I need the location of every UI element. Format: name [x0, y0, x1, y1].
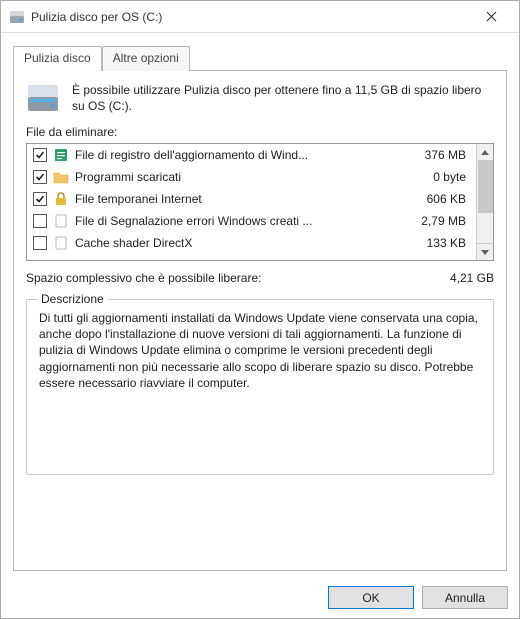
description-title: Descrizione — [37, 292, 108, 306]
file-name: File di Segnalazione errori Windows crea… — [75, 214, 398, 228]
tab-more-options[interactable]: Altre opzioni — [102, 46, 190, 71]
file-name: Programmi scaricati — [75, 170, 398, 184]
file-row[interactable]: Programmi scaricati0 byte — [27, 166, 476, 188]
summary-text: È possibile utilizzare Pulizia disco per… — [72, 83, 494, 114]
file-type-icon — [53, 169, 69, 185]
total-value: 4,21 GB — [414, 271, 494, 285]
titlebar: Pulizia disco per OS (C:) — [1, 1, 519, 33]
file-size: 133 KB — [398, 236, 470, 250]
summary-row: È possibile utilizzare Pulizia disco per… — [26, 83, 494, 115]
file-size: 606 KB — [398, 192, 470, 206]
file-row[interactable]: File di registro dell'aggiornamento di W… — [27, 144, 476, 166]
file-name: File temporanei Internet — [75, 192, 398, 206]
dialog-buttons: OK Annulla — [328, 586, 508, 609]
content-area: Pulizia disco Altre opzioni È possibile … — [1, 33, 519, 579]
scrollbar[interactable] — [476, 144, 493, 260]
checkbox[interactable] — [33, 214, 47, 228]
description-groupbox: Descrizione Di tutti gli aggiornamenti i… — [26, 299, 494, 475]
file-type-icon — [53, 191, 69, 207]
file-type-icon — [53, 213, 69, 229]
tab-cleanup[interactable]: Pulizia disco — [13, 46, 102, 71]
drive-icon — [26, 83, 62, 115]
file-name: File di registro dell'aggiornamento di W… — [75, 148, 398, 162]
file-row[interactable]: File di Segnalazione errori Windows crea… — [27, 210, 476, 232]
files-label: File da eliminare: — [26, 125, 494, 139]
file-size: 376 MB — [398, 148, 470, 162]
file-list: File di registro dell'aggiornamento di W… — [26, 143, 494, 261]
ok-button[interactable]: OK — [328, 586, 414, 609]
tab-body: È possibile utilizzare Pulizia disco per… — [13, 71, 507, 571]
tab-strip: Pulizia disco Altre opzioni — [13, 45, 507, 71]
total-label: Spazio complessivo che è possibile liber… — [26, 271, 414, 285]
scroll-up-button[interactable] — [477, 144, 493, 161]
file-name: Cache shader DirectX — [75, 236, 398, 250]
file-size: 0 byte — [398, 170, 470, 184]
scrollbar-thumb[interactable] — [478, 161, 493, 213]
file-size: 2,79 MB — [398, 214, 470, 228]
checkbox[interactable] — [33, 170, 47, 184]
file-row[interactable]: File temporanei Internet606 KB — [27, 188, 476, 210]
file-type-icon — [53, 147, 69, 163]
checkbox[interactable] — [33, 236, 47, 250]
scroll-down-button[interactable] — [477, 243, 493, 260]
checkbox[interactable] — [33, 148, 47, 162]
file-row[interactable]: Cache shader DirectX133 KB — [27, 232, 476, 254]
description-text: Di tutti gli aggiornamenti installati da… — [39, 310, 481, 391]
cancel-button[interactable]: Annulla — [422, 586, 508, 609]
checkbox[interactable] — [33, 192, 47, 206]
file-type-icon — [53, 235, 69, 251]
disk-cleanup-icon — [9, 9, 25, 25]
window-title: Pulizia disco per OS (C:) — [31, 10, 471, 24]
total-row: Spazio complessivo che è possibile liber… — [26, 271, 494, 285]
close-button[interactable] — [471, 3, 511, 31]
